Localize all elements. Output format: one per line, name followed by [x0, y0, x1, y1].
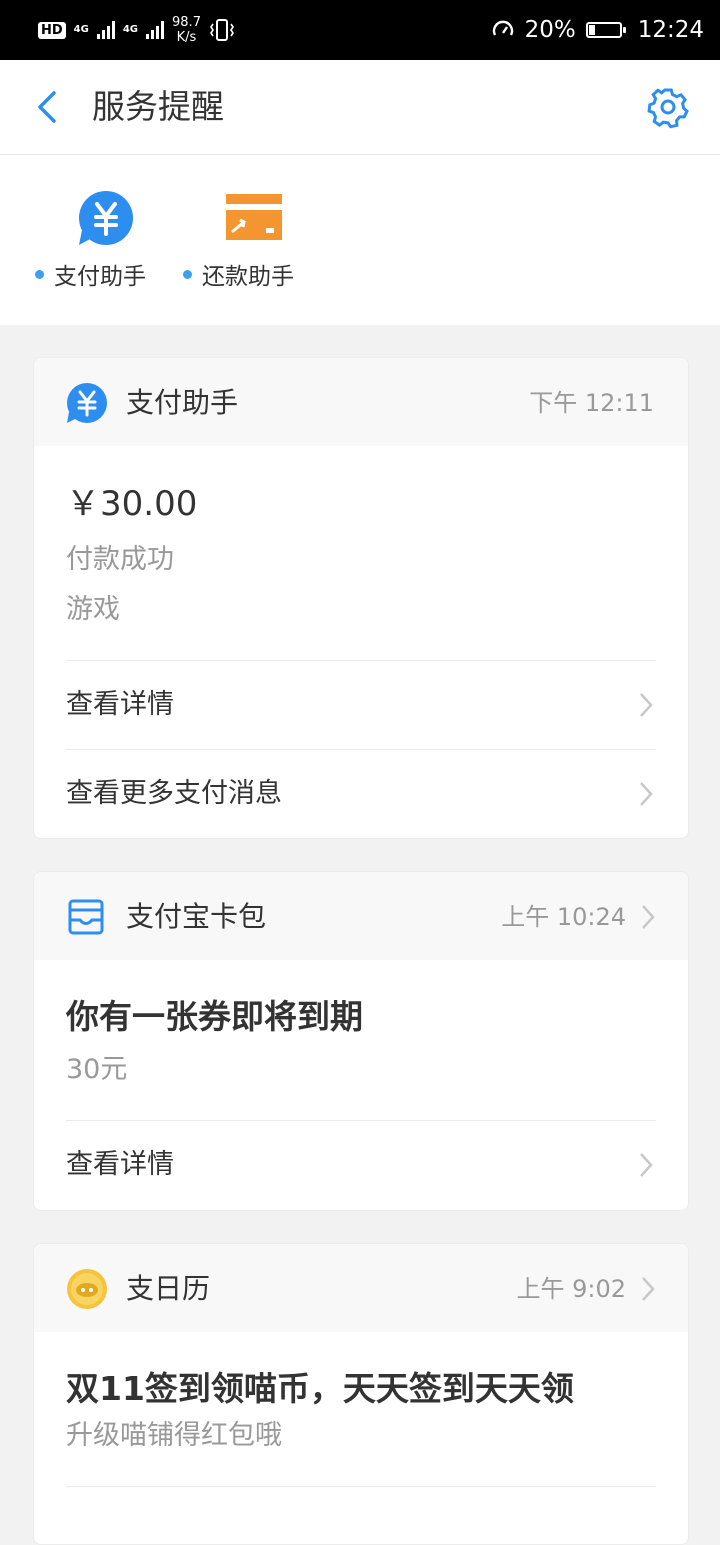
calendar-detail: 升级喵铺得红包哦	[66, 1420, 282, 1451]
assistant-payment[interactable]: 支付助手	[35, 185, 175, 295]
card-body: 你有一张券即将到期 30元 查看详情	[34, 960, 688, 1209]
payment-status: 付款成功	[66, 544, 174, 575]
row-label: 查看详情	[66, 1149, 174, 1180]
speed-unit: K/s	[176, 30, 197, 45]
gear-icon[interactable]	[646, 85, 690, 129]
assistant-label: 还款助手	[183, 257, 294, 291]
vibrate-icon	[210, 19, 234, 41]
card-time: 下午 12:11	[529, 389, 654, 417]
payment-category: 游戏	[66, 594, 120, 625]
battery-fill	[588, 25, 595, 35]
chevron-right-icon	[642, 1277, 655, 1301]
coupon-headline: 你有一张券即将到期	[66, 997, 363, 1036]
network-label-2: 4G	[122, 24, 139, 35]
assistant-label-text: 还款助手	[202, 264, 294, 290]
assistant-label: 支付助手	[35, 257, 146, 291]
card-time: 上午 10:24	[501, 903, 626, 931]
card-header[interactable]: 支付宝卡包 上午 10:24	[34, 872, 688, 960]
status-bar: HD 4G 4G 98.7 K/s 20% 12:24	[0, 0, 720, 60]
calendar-row[interactable]	[66, 1486, 656, 1544]
page-title: 服务提醒	[92, 87, 224, 126]
calendar-headline: 双11签到领喵币，天天签到天天领	[66, 1369, 574, 1408]
chevron-right-icon	[642, 905, 655, 929]
status-right: 20% 12:24	[491, 12, 704, 48]
gold-coin-icon	[67, 1269, 107, 1309]
card-arrow-icon	[226, 194, 282, 240]
nav-bar: 服务提醒	[0, 60, 720, 155]
speedometer-icon	[492, 20, 513, 36]
chevron-right-icon	[640, 1153, 653, 1177]
unread-dot	[183, 269, 192, 279]
chevron-right-icon	[640, 693, 653, 717]
card-time: 上午 9:02	[516, 1275, 626, 1303]
clock-time: 12:24	[637, 17, 704, 43]
payment-amount: ￥30.00	[66, 484, 198, 524]
payment-card: 支付助手 下午 12:11 ￥30.00 付款成功 游戏 查看详情 查看更多支付…	[33, 357, 689, 839]
card-title: 支付宝卡包	[126, 900, 267, 933]
card-title: 支付助手	[126, 386, 239, 419]
coupon-value: 30元	[66, 1054, 128, 1085]
battery-percent: 20%	[524, 17, 576, 43]
yuan-bubble-icon	[67, 383, 107, 423]
card-header: 支付助手 下午 12:11	[34, 358, 688, 446]
signal-icon	[96, 21, 115, 39]
card-header[interactable]: 支日历 上午 9:02	[34, 1244, 688, 1332]
wallet-card: 支付宝卡包 上午 10:24 你有一张券即将到期 30元 查看详情	[33, 871, 689, 1211]
yuan-bubble-icon	[79, 191, 133, 245]
back-icon[interactable]	[28, 85, 68, 129]
status-left: HD 4G 4G 98.7 K/s	[38, 12, 235, 48]
row-label: 查看更多支付消息	[66, 778, 282, 809]
card-wallet-icon	[68, 899, 104, 935]
row-label: 查看详情	[66, 689, 174, 720]
card-body: ￥30.00 付款成功 游戏 查看详情 查看更多支付消息	[34, 446, 688, 838]
unread-dot	[35, 269, 44, 279]
card-title: 支日历	[126, 1272, 211, 1305]
assistant-shortcuts: 支付助手 还款助手	[0, 155, 720, 325]
speed-value: 98.7	[172, 15, 201, 30]
view-details-row[interactable]: 查看详情	[66, 660, 656, 749]
more-payment-messages-row[interactable]: 查看更多支付消息	[66, 749, 656, 838]
battery-icon	[585, 22, 626, 38]
calendar-card: 支日历 上午 9:02 双11签到领喵币，天天签到天天领 升级喵铺得红包哦	[33, 1243, 689, 1545]
view-details-row[interactable]: 查看详情	[66, 1120, 656, 1209]
chevron-right-icon	[640, 782, 653, 806]
network-label-1: 4G	[73, 24, 89, 35]
assistant-label-text: 支付助手	[54, 264, 146, 290]
card-body: 双11签到领喵币，天天签到天天领 升级喵铺得红包哦	[34, 1332, 688, 1544]
signal-icon	[146, 21, 165, 39]
network-speed: 98.7 K/s	[172, 15, 201, 45]
assistant-repayment[interactable]: 还款助手	[183, 185, 323, 295]
hd-badge: HD	[38, 21, 66, 39]
